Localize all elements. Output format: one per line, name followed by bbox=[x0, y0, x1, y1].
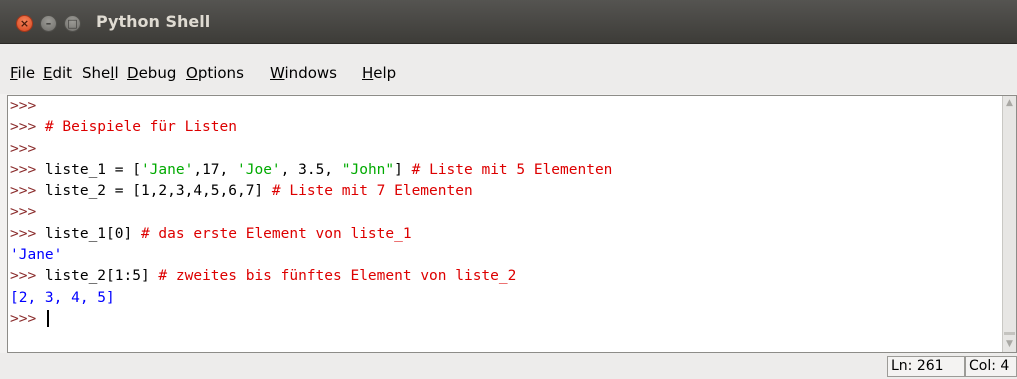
menu-label-part: l bbox=[114, 64, 119, 82]
shell-line: >>> # Beispiele für Listen bbox=[8, 117, 1003, 138]
shell-text-segment: # zweites bis fünftes Element von liste_… bbox=[158, 268, 517, 285]
shell-text-segment: >>> bbox=[10, 225, 45, 242]
status-line-number: Ln: 261 bbox=[887, 356, 965, 377]
menu-label-part: F bbox=[10, 64, 18, 82]
shell-text-segment: liste_2[1:5] bbox=[44, 268, 159, 285]
title-bar: × – □ Python Shell bbox=[0, 0, 1017, 44]
shell-text-segment: 'Joe' bbox=[237, 161, 281, 178]
scrollbar-thumb[interactable] bbox=[1004, 332, 1015, 335]
window-button-glyph: – bbox=[45, 17, 52, 30]
menu-label-part: elp bbox=[373, 64, 397, 82]
shell-text-segment: liste_1[0] bbox=[44, 225, 141, 242]
menu-file[interactable]: File bbox=[10, 64, 35, 82]
shell-text-segment: , 3.5, bbox=[280, 161, 342, 178]
menu-label-part: W bbox=[270, 64, 285, 82]
window-button-glyph: × bbox=[19, 17, 30, 30]
shell-text-segment: ] bbox=[394, 161, 412, 178]
shell-text-segment: # Liste mit 5 Elementen bbox=[411, 161, 613, 178]
shell-text-segment: >>> bbox=[10, 183, 45, 200]
shell-text-segment: >>> bbox=[10, 268, 45, 285]
shell-line: >>> bbox=[8, 139, 1003, 160]
shell-text-segment: liste_2 = [1,2,3,4,5,6,7] bbox=[44, 183, 272, 200]
minimize-button[interactable]: – bbox=[40, 15, 57, 32]
shell-text-segment: >>> bbox=[10, 140, 37, 157]
window-button-glyph: □ bbox=[67, 17, 78, 30]
menu-label-part: ebug bbox=[138, 64, 177, 82]
shell-text-segment: # Liste mit 7 Elementen bbox=[271, 183, 473, 200]
menu-label-part: D bbox=[127, 64, 139, 82]
shell-text-segment: liste_1 = [ bbox=[44, 161, 141, 178]
menu-shell[interactable]: Shell bbox=[82, 64, 119, 82]
shell-text-segment: # Beispiele für Listen bbox=[44, 119, 237, 136]
menu-label-part: indows bbox=[284, 64, 337, 82]
shell-line: >>> liste_2[1:5] # zweites bis fünftes E… bbox=[8, 266, 1003, 287]
menu-bar: File Edit Shell Debug Options Windows He… bbox=[0, 44, 1017, 94]
menu-options[interactable]: Options bbox=[186, 64, 244, 82]
menu-label-part: She bbox=[82, 64, 111, 82]
scroll-up-arrow-icon[interactable]: ▲ bbox=[1004, 96, 1015, 110]
shell-text-segment: # das erste Element von liste_1 bbox=[140, 225, 412, 242]
shell-text-segment: 'Jane' bbox=[10, 247, 63, 264]
shell-line: >>> liste_1 = ['Jane',17, 'Joe', 3.5, "J… bbox=[8, 160, 1003, 181]
shell-text-segment: ,17, bbox=[193, 161, 237, 178]
shell-line: >>> bbox=[8, 96, 1003, 117]
menu-label-part: ile bbox=[17, 64, 36, 82]
shell-line: >>> liste_2 = [1,2,3,4,5,6,7] # Liste mi… bbox=[8, 181, 1003, 202]
shell-line: >>> liste_1[0] # das erste Element von l… bbox=[8, 224, 1003, 245]
menu-edit[interactable]: Edit bbox=[43, 64, 72, 82]
shell-text-segment: 'Jane' bbox=[140, 161, 194, 178]
shell-text-area[interactable]: >>> >>> # Beispiele für Listen >>> >>> l… bbox=[8, 96, 1003, 352]
shell-input-line: >>> bbox=[8, 309, 1003, 330]
shell-frame: >>> >>> # Beispiele für Listen >>> >>> l… bbox=[7, 95, 1017, 353]
shell-text-segment: >>> bbox=[10, 310, 45, 327]
shell-text-segment: >>> bbox=[10, 161, 45, 178]
shell-line: >>> bbox=[8, 202, 1003, 223]
window-title: Python Shell bbox=[96, 12, 211, 31]
menu-label-part: ptions bbox=[197, 64, 244, 82]
menu-label-part: O bbox=[186, 64, 198, 82]
vertical-scrollbar[interactable]: ▲ ▼ bbox=[1002, 96, 1016, 352]
shell-text-segment: >>> bbox=[10, 98, 37, 114]
shell-text-segment: "John" bbox=[341, 161, 395, 178]
shell-output-line: [2, 3, 4, 5] bbox=[8, 288, 1003, 309]
menu-label-part: H bbox=[362, 64, 374, 82]
close-button[interactable]: × bbox=[16, 15, 33, 32]
menu-help[interactable]: Help bbox=[362, 64, 396, 82]
menu-debug[interactable]: Debug bbox=[127, 64, 176, 82]
shell-text-segment: >>> bbox=[10, 119, 45, 136]
status-bar: Ln: 261 Col: 4 bbox=[0, 353, 1017, 379]
maximize-button[interactable]: □ bbox=[64, 15, 81, 32]
scroll-down-arrow-icon[interactable]: ▼ bbox=[1004, 337, 1015, 351]
shell-output-line: 'Jane' bbox=[8, 245, 1003, 266]
shell-text-segment: [2, 3, 4, 5] bbox=[10, 289, 115, 306]
menu-label-part: dit bbox=[52, 64, 73, 82]
menu-windows[interactable]: Windows bbox=[270, 64, 337, 82]
shell-text-segment: >>> bbox=[10, 204, 37, 221]
status-column-number: Col: 4 bbox=[965, 356, 1017, 377]
text-cursor bbox=[46, 310, 49, 328]
